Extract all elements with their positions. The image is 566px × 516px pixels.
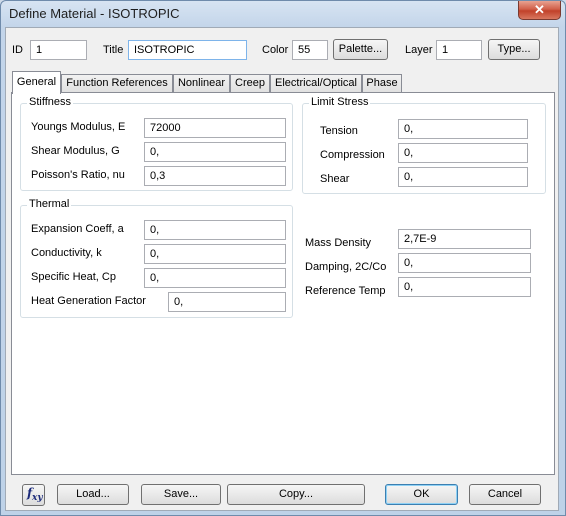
shear-limit-label: Shear (320, 173, 350, 185)
shear-modulus-label: Shear Modulus, G (31, 145, 120, 157)
tab-function-references[interactable]: Function References (61, 74, 173, 93)
function-editor-button[interactable]: f xy (22, 484, 45, 506)
mass-density-label: Mass Density (305, 237, 372, 249)
tab-creep[interactable]: Creep (230, 74, 270, 93)
color-label: Color (262, 44, 289, 56)
reference-temp-label: Reference Temp (305, 285, 386, 297)
fxy-icon-subscript: xy (32, 493, 43, 503)
youngs-modulus-field[interactable]: 72000 (144, 118, 286, 138)
tension-label: Tension (320, 125, 358, 137)
expansion-coeff-label: Expansion Coeff, a (31, 223, 124, 235)
tab-general[interactable]: General (12, 71, 61, 94)
poissons-ratio-field[interactable]: 0,3 (144, 166, 286, 186)
compression-label: Compression (320, 149, 385, 161)
mass-density-field[interactable]: 2,7E-9 (398, 229, 531, 249)
close-icon: ✕ (534, 2, 545, 17)
shear-modulus-field[interactable]: 0, (144, 142, 286, 162)
id-label: ID (12, 44, 23, 56)
heat-generation-label: Heat Generation Factor (31, 295, 146, 307)
save-button[interactable]: Save... (141, 484, 221, 505)
title-bar[interactable]: Define Material - ISOTROPIC ✕ (1, 1, 565, 27)
tension-field[interactable]: 0, (398, 119, 528, 139)
damping-field[interactable]: 0, (398, 253, 531, 273)
thermal-group-title: Thermal (27, 198, 72, 210)
id-field[interactable]: 1 (30, 40, 87, 60)
color-field[interactable]: 55 (292, 40, 328, 60)
tab-electrical-optical[interactable]: Electrical/Optical (270, 74, 362, 93)
reference-temp-field[interactable]: 0, (398, 277, 531, 297)
compression-field[interactable]: 0, (398, 143, 528, 163)
palette-button[interactable]: Palette... (333, 39, 388, 60)
stiffness-group-title: Stiffness (27, 96, 73, 108)
layer-label: Layer (405, 44, 433, 56)
dialog-body: ID 1 Title ISOTROPIC Color 55 Palette...… (5, 27, 559, 511)
poissons-ratio-label: Poisson's Ratio, nu (31, 169, 125, 181)
conductivity-field[interactable]: 0, (144, 244, 286, 264)
load-button[interactable]: Load... (57, 484, 129, 505)
copy-button[interactable]: Copy... (227, 484, 365, 505)
damping-label: Damping, 2C/Co (305, 261, 387, 273)
window-title: Define Material - ISOTROPIC (9, 6, 180, 21)
title-label: Title (103, 44, 124, 56)
limit-stress-group-title: Limit Stress (309, 96, 371, 108)
conductivity-label: Conductivity, k (31, 247, 102, 259)
title-field[interactable]: ISOTROPIC (128, 40, 247, 60)
layer-field[interactable]: 1 (436, 40, 482, 60)
shear-limit-field[interactable]: 0, (398, 167, 528, 187)
specific-heat-label: Specific Heat, Cp (31, 271, 116, 283)
ok-button[interactable]: OK (385, 484, 458, 505)
expansion-coeff-field[interactable]: 0, (144, 220, 286, 240)
tab-nonlinear[interactable]: Nonlinear (173, 74, 230, 93)
heat-generation-field[interactable]: 0, (168, 292, 286, 312)
general-tab-panel: Stiffness Youngs Modulus, E 72000 Shear … (11, 92, 555, 475)
type-button[interactable]: Type... (488, 39, 540, 60)
close-button[interactable]: ✕ (518, 1, 561, 20)
specific-heat-field[interactable]: 0, (144, 268, 286, 288)
youngs-modulus-label: Youngs Modulus, E (31, 121, 126, 133)
tab-phase[interactable]: Phase (362, 74, 402, 93)
cancel-button[interactable]: Cancel (469, 484, 541, 505)
